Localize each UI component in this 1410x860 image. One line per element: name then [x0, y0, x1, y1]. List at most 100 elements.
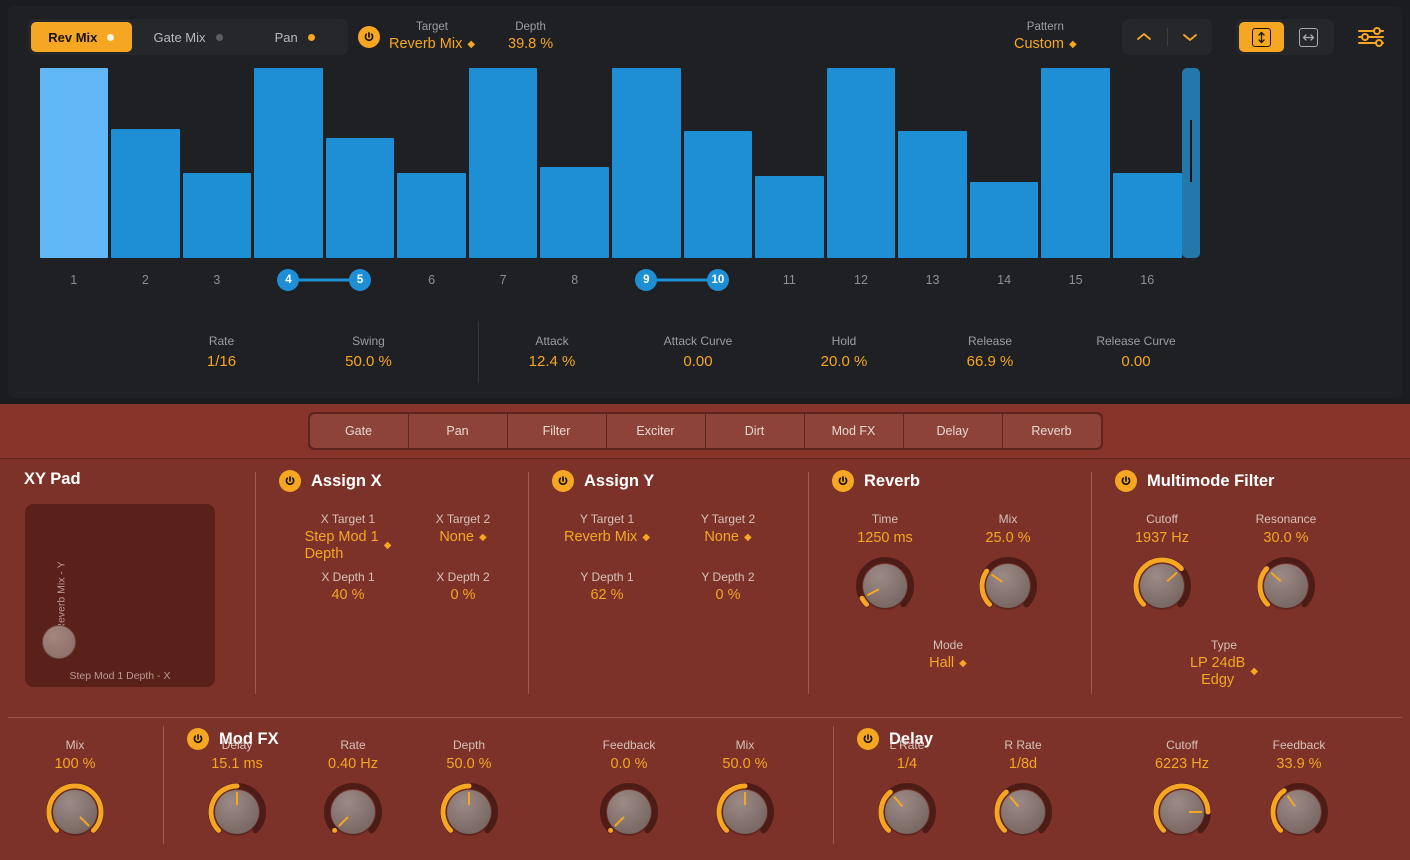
step-number[interactable]: 3	[181, 263, 253, 297]
vertical-edit-button[interactable]	[1239, 22, 1284, 52]
depth-group[interactable]: Depth 39.8 %	[508, 20, 553, 54]
knob-dial[interactable]	[322, 781, 384, 843]
step-bar-slot[interactable]	[1111, 68, 1183, 258]
field-value[interactable]: Hall ◆	[929, 655, 967, 672]
power-icon[interactable]	[552, 470, 574, 492]
step-number[interactable]: 2	[110, 263, 182, 297]
param-rate[interactable]: Rate 1/16	[148, 334, 295, 371]
field-x-target-2[interactable]: X Target 2 None ◆	[413, 512, 513, 546]
step-bar-slot[interactable]	[539, 68, 611, 258]
depth-readout[interactable]: Depth 39.8 %	[508, 20, 553, 54]
knob-value[interactable]: 1250 ms	[857, 529, 913, 548]
param-value[interactable]: 12.4 %	[529, 352, 576, 371]
step-tie-node[interactable]: 9	[635, 269, 658, 291]
step-bar[interactable]	[325, 138, 395, 258]
field-value[interactable]: Reverb Mix ◆	[564, 529, 650, 546]
xy-pad-puck[interactable]	[42, 625, 76, 659]
step-bar-slot[interactable]	[1040, 68, 1112, 258]
step-bar-slot[interactable]	[38, 68, 110, 258]
pattern-value[interactable]: Custom ◆	[1014, 35, 1077, 54]
field-value[interactable]: LP 24dB Edgy ◆	[1190, 655, 1258, 689]
field-value[interactable]: None ◆	[704, 529, 751, 546]
step-number[interactable]: 6	[396, 263, 468, 297]
power-icon[interactable]	[832, 470, 854, 492]
knob-dial[interactable]	[598, 781, 660, 843]
target-value[interactable]: Reverb Mix ◆	[389, 35, 475, 54]
step-bar[interactable]	[898, 130, 967, 258]
step-bar[interactable]	[969, 182, 1039, 258]
param-value[interactable]: 20.0 %	[821, 352, 868, 371]
knob-value[interactable]: 50.0 %	[722, 755, 767, 774]
knob-dial[interactable]	[1268, 781, 1330, 843]
target-readout[interactable]: Target Reverb Mix ◆	[389, 20, 475, 54]
knob-value[interactable]: 6223 Hz	[1155, 755, 1209, 774]
pattern-down-button[interactable]	[1168, 19, 1213, 55]
step-number[interactable]: 7	[467, 263, 539, 297]
knob-value[interactable]: 1/4	[897, 755, 917, 774]
param-value[interactable]: 50.0 %	[345, 352, 392, 371]
knob-modfx-rate[interactable]: Rate 0.40 Hz	[313, 738, 393, 843]
step-bar[interactable]	[397, 172, 466, 258]
knob-value[interactable]: 15.1 ms	[211, 755, 263, 774]
step-bar[interactable]	[468, 68, 538, 258]
knob-mix[interactable]: Mix 100 %	[35, 738, 115, 843]
step-bar-slot[interactable]	[968, 68, 1040, 258]
field-value[interactable]: 0 %	[451, 587, 476, 604]
sequencer-length-handle[interactable]	[1182, 68, 1200, 258]
lane-tab-rev-mix[interactable]: Rev Mix	[31, 22, 132, 52]
xy-pad-surface[interactable]: Reverb Mix - Y Step Mod 1 Depth - X	[25, 504, 215, 687]
pattern-group[interactable]: Pattern Custom ◆	[1014, 20, 1077, 54]
step-bar-slot[interactable]	[897, 68, 969, 258]
field-y-target-1[interactable]: Y Target 1 Reverb Mix ◆	[542, 512, 672, 546]
tab-gate[interactable]: Gate	[309, 414, 408, 448]
tab-filter[interactable]: Filter	[507, 414, 606, 448]
effect-tabs[interactable]: Gate Pan Filter Exciter Dirt Mod FX Delay Rever…	[307, 412, 1103, 450]
tab-dirt[interactable]: Dirt	[705, 414, 804, 448]
param-value[interactable]: 1/16	[207, 352, 236, 371]
knob-value[interactable]: 0.0 %	[610, 755, 647, 774]
knob-value[interactable]: 25.0 %	[985, 529, 1030, 548]
knob-dial[interactable]	[854, 555, 916, 617]
lane-tab-pan[interactable]: Pan	[244, 22, 345, 52]
field-x-depth-1[interactable]: X Depth 1 40 %	[293, 570, 403, 604]
step-bar-slot[interactable]	[396, 68, 468, 258]
step-number[interactable]: 14	[968, 263, 1040, 297]
horizontal-edit-button[interactable]	[1287, 22, 1332, 52]
field-y-depth-2[interactable]: Y Depth 2 0 %	[678, 570, 778, 604]
step-bar[interactable]	[755, 176, 824, 258]
power-icon[interactable]	[279, 470, 301, 492]
tab-reverb[interactable]: Reverb	[1002, 414, 1101, 448]
step-number[interactable]: 16	[1111, 263, 1183, 297]
step-bar-slot[interactable]	[181, 68, 253, 258]
knob-filter-cutoff[interactable]: Cutoff 1937 Hz	[1122, 512, 1202, 617]
knob-dial[interactable]	[876, 781, 938, 843]
step-number[interactable]: 13	[897, 263, 969, 297]
step-bar[interactable]	[540, 166, 609, 258]
step-tie-node[interactable]: 10	[706, 269, 729, 291]
lane-tab-gate-mix[interactable]: Gate Mix	[138, 22, 239, 52]
step-bar[interactable]	[254, 68, 323, 258]
step-tie-node[interactable]: 4	[277, 269, 300, 291]
step-bar-slot[interactable]	[467, 68, 539, 258]
knob-modfx-delay[interactable]: Delay 15.1 ms	[197, 738, 277, 843]
step-number-row[interactable]: 1 2 3 4 5 6 7 8 9 10 11 12 13 14 15 16	[38, 263, 1183, 297]
depth-value[interactable]: 39.8 %	[508, 35, 553, 54]
knob-dial[interactable]	[1131, 555, 1193, 617]
field-y-target-2[interactable]: Y Target 2 None ◆	[678, 512, 778, 546]
knob-delay-r-rate[interactable]: R Rate 1/8d	[983, 738, 1063, 843]
knob-value[interactable]: 100 %	[54, 755, 95, 774]
knob-delay-feedback[interactable]: Feedback 33.9 %	[1259, 738, 1339, 843]
power-icon[interactable]	[1115, 470, 1137, 492]
step-number[interactable]: 15	[1040, 263, 1112, 297]
knob-dial[interactable]	[977, 555, 1039, 617]
pattern-readout[interactable]: Pattern Custom ◆	[1014, 20, 1077, 54]
param-swing[interactable]: Swing 50.0 %	[295, 334, 442, 371]
step-sequencer[interactable]: 1 2 3 4 5 6 7 8 9 10 11 12 13 14 15 16	[8, 58, 1402, 303]
field-filter-type[interactable]: Type LP 24dB Edgy ◆	[1174, 638, 1274, 689]
step-bar[interactable]	[826, 68, 896, 258]
lane-selector[interactable]: Rev Mix Gate Mix Pan	[28, 19, 348, 55]
tab-mod-fx[interactable]: Mod FX	[804, 414, 903, 448]
step-bar[interactable]	[1112, 172, 1182, 258]
step-bar[interactable]	[182, 172, 252, 258]
step-bar-slot[interactable]	[253, 68, 325, 258]
